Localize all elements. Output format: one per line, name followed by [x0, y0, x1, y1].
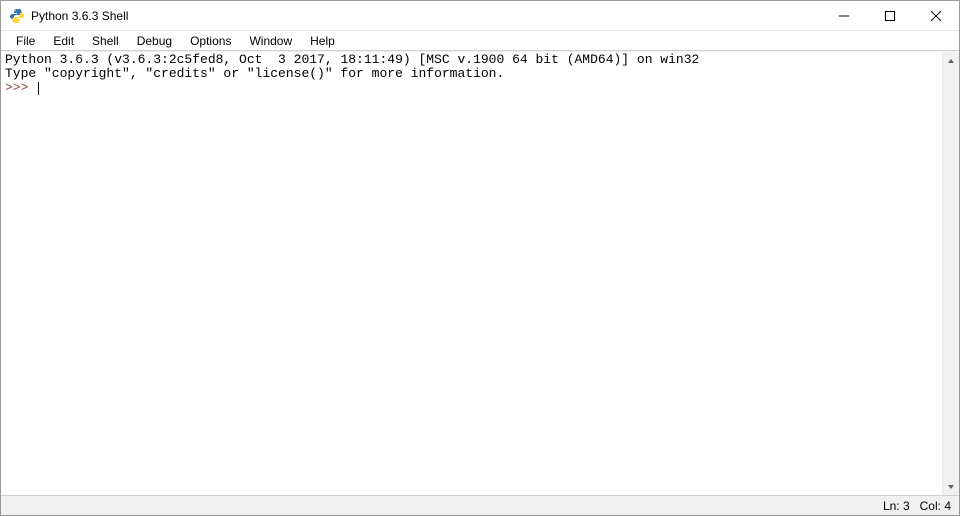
maximize-button[interactable]: [867, 1, 913, 30]
shell-prompt: >>>: [5, 80, 36, 95]
menu-options[interactable]: Options: [181, 32, 240, 50]
banner-line2: Type "copyright", "credits" or "license(…: [5, 66, 504, 81]
menu-shell[interactable]: Shell: [83, 32, 128, 50]
statusbar: Ln: 3 Col: 4: [1, 495, 959, 515]
status-line: Ln: 3: [883, 499, 910, 513]
minimize-button[interactable]: [821, 1, 867, 30]
menu-edit[interactable]: Edit: [44, 32, 83, 50]
scroll-up-arrow[interactable]: [943, 52, 959, 69]
shell-text-area[interactable]: Python 3.6.3 (v3.6.3:2c5fed8, Oct 3 2017…: [1, 52, 942, 495]
menu-debug[interactable]: Debug: [128, 32, 181, 50]
menu-help[interactable]: Help: [301, 32, 344, 50]
python-icon: [9, 8, 25, 24]
scroll-down-arrow[interactable]: [943, 478, 959, 495]
editor-area: Python 3.6.3 (v3.6.3:2c5fed8, Oct 3 2017…: [1, 51, 959, 495]
text-cursor: [38, 82, 39, 95]
window-title: Python 3.6.3 Shell: [31, 9, 821, 23]
window-controls: [821, 1, 959, 30]
scroll-track[interactable]: [943, 69, 959, 478]
close-button[interactable]: [913, 1, 959, 30]
menu-file[interactable]: File: [7, 32, 44, 50]
menu-window[interactable]: Window: [240, 32, 301, 50]
titlebar: Python 3.6.3 Shell: [1, 1, 959, 31]
menubar: File Edit Shell Debug Options Window Hel…: [1, 31, 959, 51]
vertical-scrollbar[interactable]: [942, 52, 959, 495]
status-col: Col: 4: [920, 499, 951, 513]
banner-line1: Python 3.6.3 (v3.6.3:2c5fed8, Oct 3 2017…: [5, 52, 699, 67]
